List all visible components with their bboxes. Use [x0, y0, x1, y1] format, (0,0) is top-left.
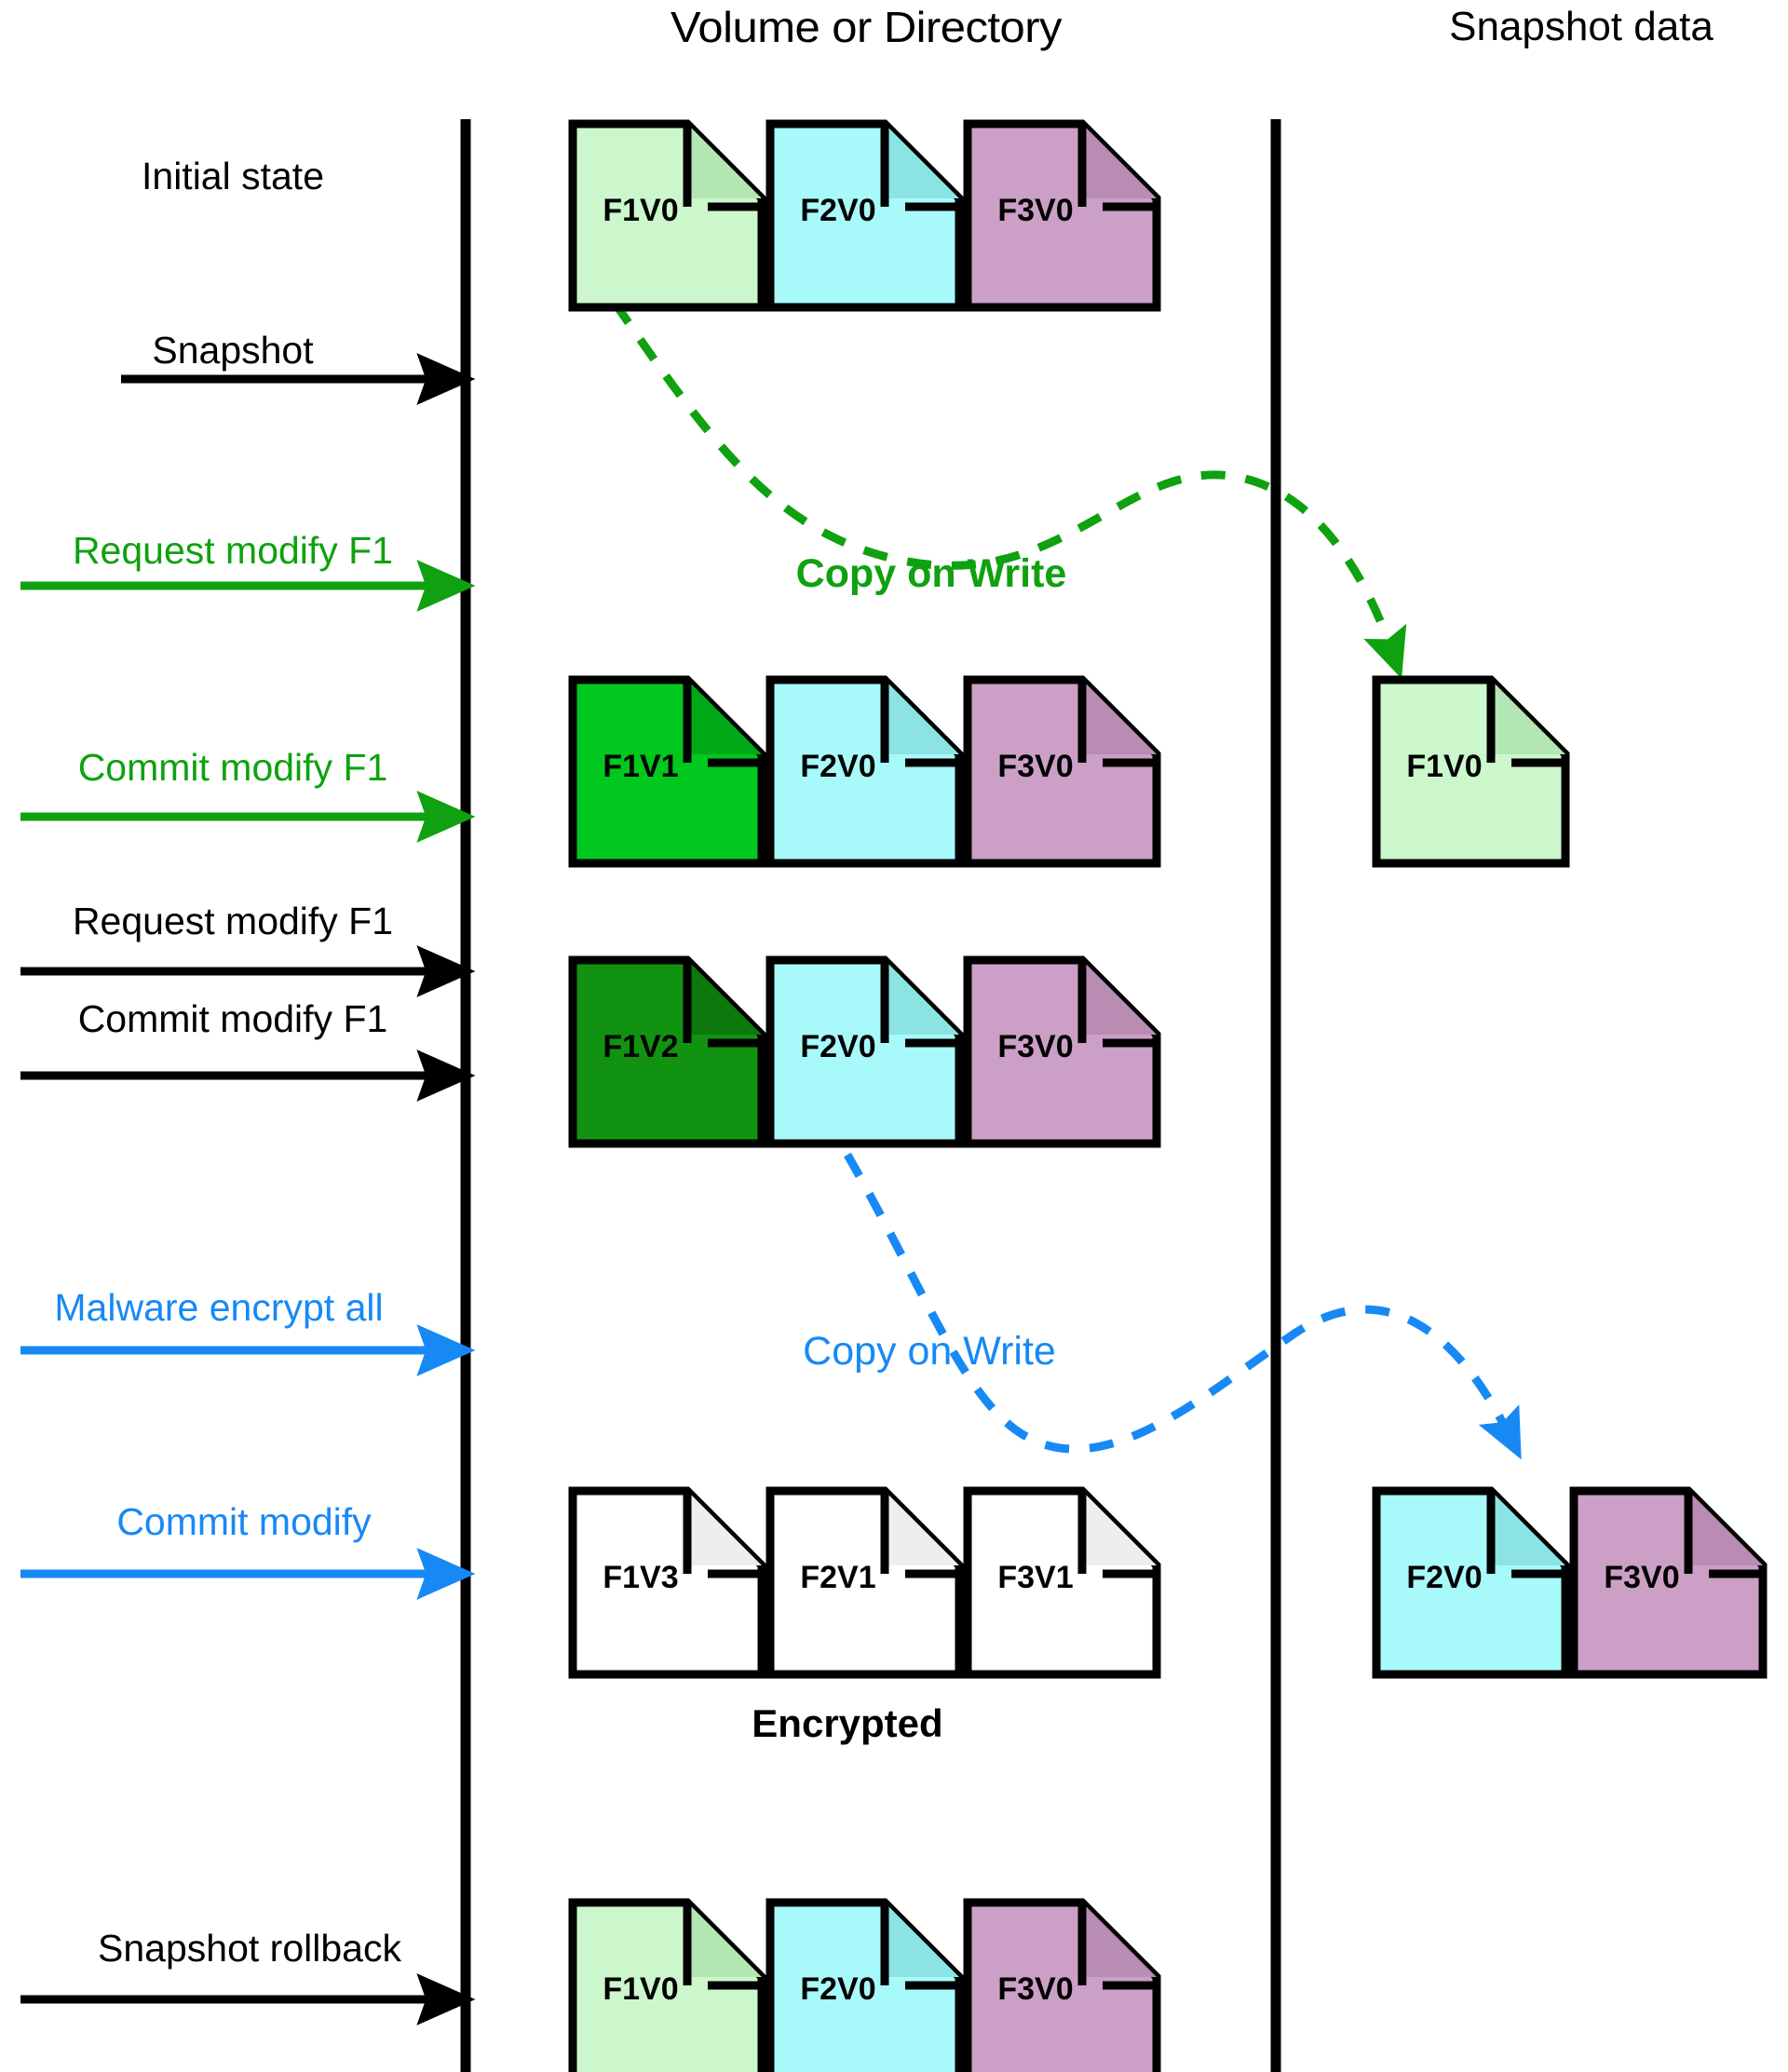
file-label: F2V0: [800, 1971, 875, 2007]
step-label-commit-modify-f1-green: Commit modify F1: [78, 746, 388, 789]
file-row-after-first-commit: F1V1 F2V0 F3V0 F1V0: [568, 675, 1570, 868]
step-label-snapshot-rollback: Snapshot rollback: [98, 1927, 401, 1970]
step-label-snapshot: Snapshot: [152, 329, 314, 372]
annotation-copy-on-write-green: Copy on Write: [796, 551, 1067, 596]
file-row-initial: F1V0 F2V0 F3V0: [568, 119, 1161, 312]
file-label: F1V0: [603, 193, 678, 228]
file-label: F1V3: [603, 1560, 678, 1595]
file-label: F2V0: [800, 193, 875, 228]
header-volume-or-directory: Volume or Directory: [670, 3, 1063, 51]
file-label: F2V0: [800, 749, 875, 784]
file-label: F2V1: [800, 1560, 875, 1595]
file-icon-f3v0-rollback: F3V0: [963, 1898, 1161, 2072]
file-icon-f2v0-row3: F2V0: [765, 955, 964, 1148]
step-label-initial-state: Initial state: [142, 155, 324, 197]
file-label: F3V0: [997, 1029, 1073, 1064]
file-icon-f3v0-row3: F3V0: [963, 955, 1161, 1148]
file-label: F3V0: [997, 749, 1073, 784]
snapshot-file-icon-f1v0: F1V0: [1372, 675, 1570, 868]
file-row-encrypted: F1V3 F2V1 F3V1 Encrypted F2V0 F3V0: [568, 1486, 1768, 1745]
file-icon-f3v0-initial: F3V0: [963, 119, 1161, 312]
file-label: F1V2: [603, 1029, 678, 1064]
file-icon-f1v2: F1V2: [568, 955, 766, 1148]
file-label: F3V0: [1604, 1560, 1679, 1595]
file-row-rollback: F1V0 F2V0 F3V0: [568, 1898, 1161, 2072]
file-label: F3V0: [997, 1971, 1073, 2007]
file-icon-f1v1: F1V1: [568, 675, 766, 868]
step-label-request-modify-f1-green: Request modify F1: [73, 529, 393, 572]
file-icon-f1v0-rollback: F1V0: [568, 1898, 766, 2072]
file-icon-f1v0-initial: F1V0: [568, 119, 766, 312]
file-icon-f2v0-rollback: F2V0: [765, 1898, 964, 2072]
annotation-copy-on-write-blue: Copy on Write: [803, 1329, 1056, 1374]
caption-encrypted: Encrypted: [752, 1701, 942, 1745]
file-label: F2V0: [1406, 1560, 1482, 1595]
step-label-commit-modify-f1-black: Commit modify F1: [78, 997, 388, 1040]
snapshot-file-icon-f3v0: F3V0: [1569, 1486, 1768, 1679]
file-label: F2V0: [800, 1029, 875, 1064]
step-label-malware-encrypt-all: Malware encrypt all: [54, 1286, 383, 1329]
file-label: F1V0: [603, 1971, 678, 2007]
file-icon-f3v1-encrypted: F3V1: [963, 1486, 1161, 1679]
file-label: F1V1: [603, 749, 678, 784]
file-label: F3V0: [997, 193, 1073, 228]
cow-curve-blue: [844, 1152, 1522, 1460]
cow-snapshot-diagram: Volume or Directory Snapshot data Initia…: [0, 0, 1788, 2072]
step-label-request-modify-f1-black: Request modify F1: [73, 900, 393, 942]
file-icon-f2v1-encrypted: F2V1: [765, 1486, 964, 1679]
snapshot-file-icon-f2v0: F2V0: [1372, 1486, 1570, 1679]
file-label: F1V0: [1406, 749, 1482, 784]
file-icon-f3v0-row2: F3V0: [963, 675, 1161, 868]
file-icon-f1v3-encrypted: F1V3: [568, 1486, 766, 1679]
file-row-after-second-commit: F1V2 F2V0 F3V0: [568, 955, 1161, 1148]
header-snapshot-data: Snapshot data: [1449, 4, 1714, 49]
file-icon-f2v0-row2: F2V0: [765, 675, 964, 868]
diagram-canvas: Volume or Directory Snapshot data Initia…: [20, 3, 1768, 2072]
file-label: F3V1: [997, 1560, 1073, 1595]
file-icon-f2v0-initial: F2V0: [765, 119, 964, 312]
step-label-commit-modify-blue: Commit modify: [116, 1500, 372, 1543]
